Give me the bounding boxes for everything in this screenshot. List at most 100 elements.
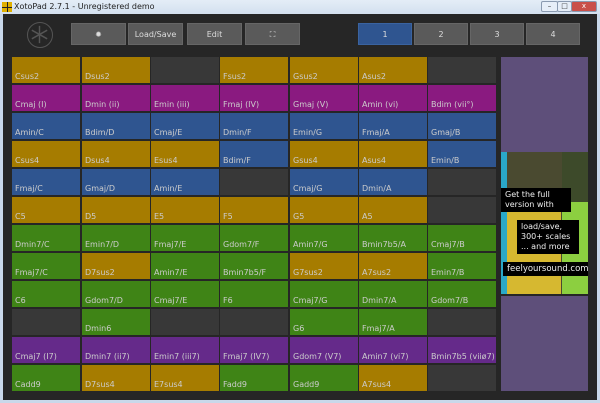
chord-pad[interactable]: Gdom7/F: [220, 225, 288, 251]
empty-pad[interactable]: [220, 169, 288, 195]
chord-pad[interactable]: Gdom7 (V7): [290, 337, 358, 363]
chord-pad[interactable]: Emin7/B: [428, 253, 496, 279]
chord-pad[interactable]: Cmaj7/E: [151, 281, 219, 307]
chord-pad[interactable]: C6: [12, 281, 80, 307]
chord-pad[interactable]: A5: [359, 197, 427, 223]
fullscreen-button[interactable]: ⛶: [245, 23, 300, 45]
empty-pad[interactable]: [428, 197, 496, 223]
chord-pad[interactable]: Fmaj (IV): [220, 85, 288, 111]
chord-pad[interactable]: Fmaj7 (IV7): [220, 337, 288, 363]
chord-pad[interactable]: Emin/G: [290, 113, 358, 139]
settings-button[interactable]: ✹: [71, 23, 126, 45]
side-pad-bottom[interactable]: [501, 296, 588, 391]
chord-pad[interactable]: Asus2: [359, 57, 427, 83]
chord-pad[interactable]: G7sus2: [290, 253, 358, 279]
chord-pad[interactable]: Gsus2: [290, 57, 358, 83]
chord-pad[interactable]: Dmin7/C: [12, 225, 80, 251]
chord-pad[interactable]: Emin (iii): [151, 85, 219, 111]
side-pad-top[interactable]: [501, 57, 588, 152]
chord-pad[interactable]: Bdim (vii°): [428, 85, 496, 111]
chord-pad[interactable]: Cmaj/G: [290, 169, 358, 195]
chord-pad[interactable]: Cmaj7/B: [428, 225, 496, 251]
chord-pad[interactable]: Csus4: [12, 141, 80, 167]
chord-pad[interactable]: D7sus2: [82, 253, 150, 279]
chord-pad[interactable]: Gdom7/D: [82, 281, 150, 307]
chord-pad[interactable]: D5: [82, 197, 150, 223]
chord-pad[interactable]: Emin7 (iii7): [151, 337, 219, 363]
chord-pad[interactable]: Fsus2: [220, 57, 288, 83]
chord-pad[interactable]: Dmin6: [82, 309, 150, 335]
chord-pad[interactable]: Fmaj/A: [359, 113, 427, 139]
chord-pad[interactable]: Cmaj7 (I7): [12, 337, 80, 363]
empty-pad[interactable]: [428, 57, 496, 83]
empty-pad[interactable]: [151, 57, 219, 83]
upgrade-ad[interactable]: Get the full version with load/save, 300…: [501, 152, 588, 294]
chord-pad[interactable]: Gdom7/B: [428, 281, 496, 307]
page-button-4[interactable]: 4: [526, 23, 580, 45]
window-title: XotoPad 2.7.1 - Unregistered demo: [14, 2, 155, 11]
chord-pad[interactable]: Amin7 (vi7): [359, 337, 427, 363]
chord-pad[interactable]: Cmaj7/G: [290, 281, 358, 307]
chord-pad[interactable]: G5: [290, 197, 358, 223]
chord-pad[interactable]: Gmaj/B: [428, 113, 496, 139]
chord-pad[interactable]: D7sus4: [82, 365, 150, 391]
chord-pad[interactable]: Esus4: [151, 141, 219, 167]
chord-pad[interactable]: Dmin/F: [220, 113, 288, 139]
empty-pad[interactable]: [428, 365, 496, 391]
chord-pad[interactable]: Bmin7b5/A: [359, 225, 427, 251]
chord-pad[interactable]: A7sus2: [359, 253, 427, 279]
chord-pad[interactable]: Amin/E: [151, 169, 219, 195]
chord-pad[interactable]: Dmin/A: [359, 169, 427, 195]
load-save-button[interactable]: Load/Save: [128, 23, 183, 45]
edit-button[interactable]: Edit: [187, 23, 242, 45]
chord-pad[interactable]: Csus2: [12, 57, 80, 83]
ad-url[interactable]: feelyoursound.com: [503, 262, 588, 276]
chord-pad[interactable]: Dsus2: [82, 57, 150, 83]
maximize-button[interactable]: □: [557, 1, 572, 12]
empty-pad[interactable]: [151, 309, 219, 335]
chord-pad[interactable]: Fmaj7/A: [359, 309, 427, 335]
chord-pad[interactable]: Gmaj (V): [290, 85, 358, 111]
empty-pad[interactable]: [12, 309, 80, 335]
chord-pad[interactable]: Cmaj/E: [151, 113, 219, 139]
chord-pad[interactable]: Amin/C: [12, 113, 80, 139]
minimize-button[interactable]: –: [541, 1, 558, 12]
chord-pad[interactable]: Amin (vi): [359, 85, 427, 111]
chord-pad[interactable]: Emin7/D: [82, 225, 150, 251]
chord-pad[interactable]: Dmin (ii): [82, 85, 150, 111]
chord-pad[interactable]: Dmin7/A: [359, 281, 427, 307]
chord-pad[interactable]: A7sus4: [359, 365, 427, 391]
chord-pad[interactable]: E5: [151, 197, 219, 223]
chord-pad[interactable]: Amin7/E: [151, 253, 219, 279]
empty-pad[interactable]: [428, 169, 496, 195]
chord-pad[interactable]: Cadd9: [12, 365, 80, 391]
chord-pad[interactable]: F6: [220, 281, 288, 307]
chord-pad[interactable]: C5: [12, 197, 80, 223]
page-button-2[interactable]: 2: [414, 23, 468, 45]
chord-pad[interactable]: Bdim/D: [82, 113, 150, 139]
chord-pad[interactable]: Gsus4: [290, 141, 358, 167]
chord-pad[interactable]: Bmin7b5 (viiø7): [428, 337, 496, 363]
chord-pad[interactable]: Fmaj7/C: [12, 253, 80, 279]
chord-pad[interactable]: Cmaj (I): [12, 85, 80, 111]
chord-pad[interactable]: Dsus4: [82, 141, 150, 167]
chord-pad[interactable]: Bmin7b5/F: [220, 253, 288, 279]
chord-pad[interactable]: G6: [290, 309, 358, 335]
chord-pad[interactable]: F5: [220, 197, 288, 223]
chord-pad[interactable]: Dmin7 (ii7): [82, 337, 150, 363]
chord-pad[interactable]: Fmaj/C: [12, 169, 80, 195]
chord-pad[interactable]: Fmaj7/E: [151, 225, 219, 251]
chord-pad[interactable]: Gadd9: [290, 365, 358, 391]
chord-pad[interactable]: E7sus4: [151, 365, 219, 391]
chord-pad[interactable]: Emin/B: [428, 141, 496, 167]
chord-pad[interactable]: Fadd9: [220, 365, 288, 391]
empty-pad[interactable]: [428, 309, 496, 335]
page-button-3[interactable]: 3: [470, 23, 524, 45]
chord-pad[interactable]: Amin7/G: [290, 225, 358, 251]
chord-pad[interactable]: Asus4: [359, 141, 427, 167]
empty-pad[interactable]: [220, 309, 288, 335]
chord-pad[interactable]: Gmaj/D: [82, 169, 150, 195]
chord-pad[interactable]: Bdim/F: [220, 141, 288, 167]
close-button[interactable]: x: [571, 1, 597, 12]
page-button-1[interactable]: 1: [358, 23, 412, 45]
